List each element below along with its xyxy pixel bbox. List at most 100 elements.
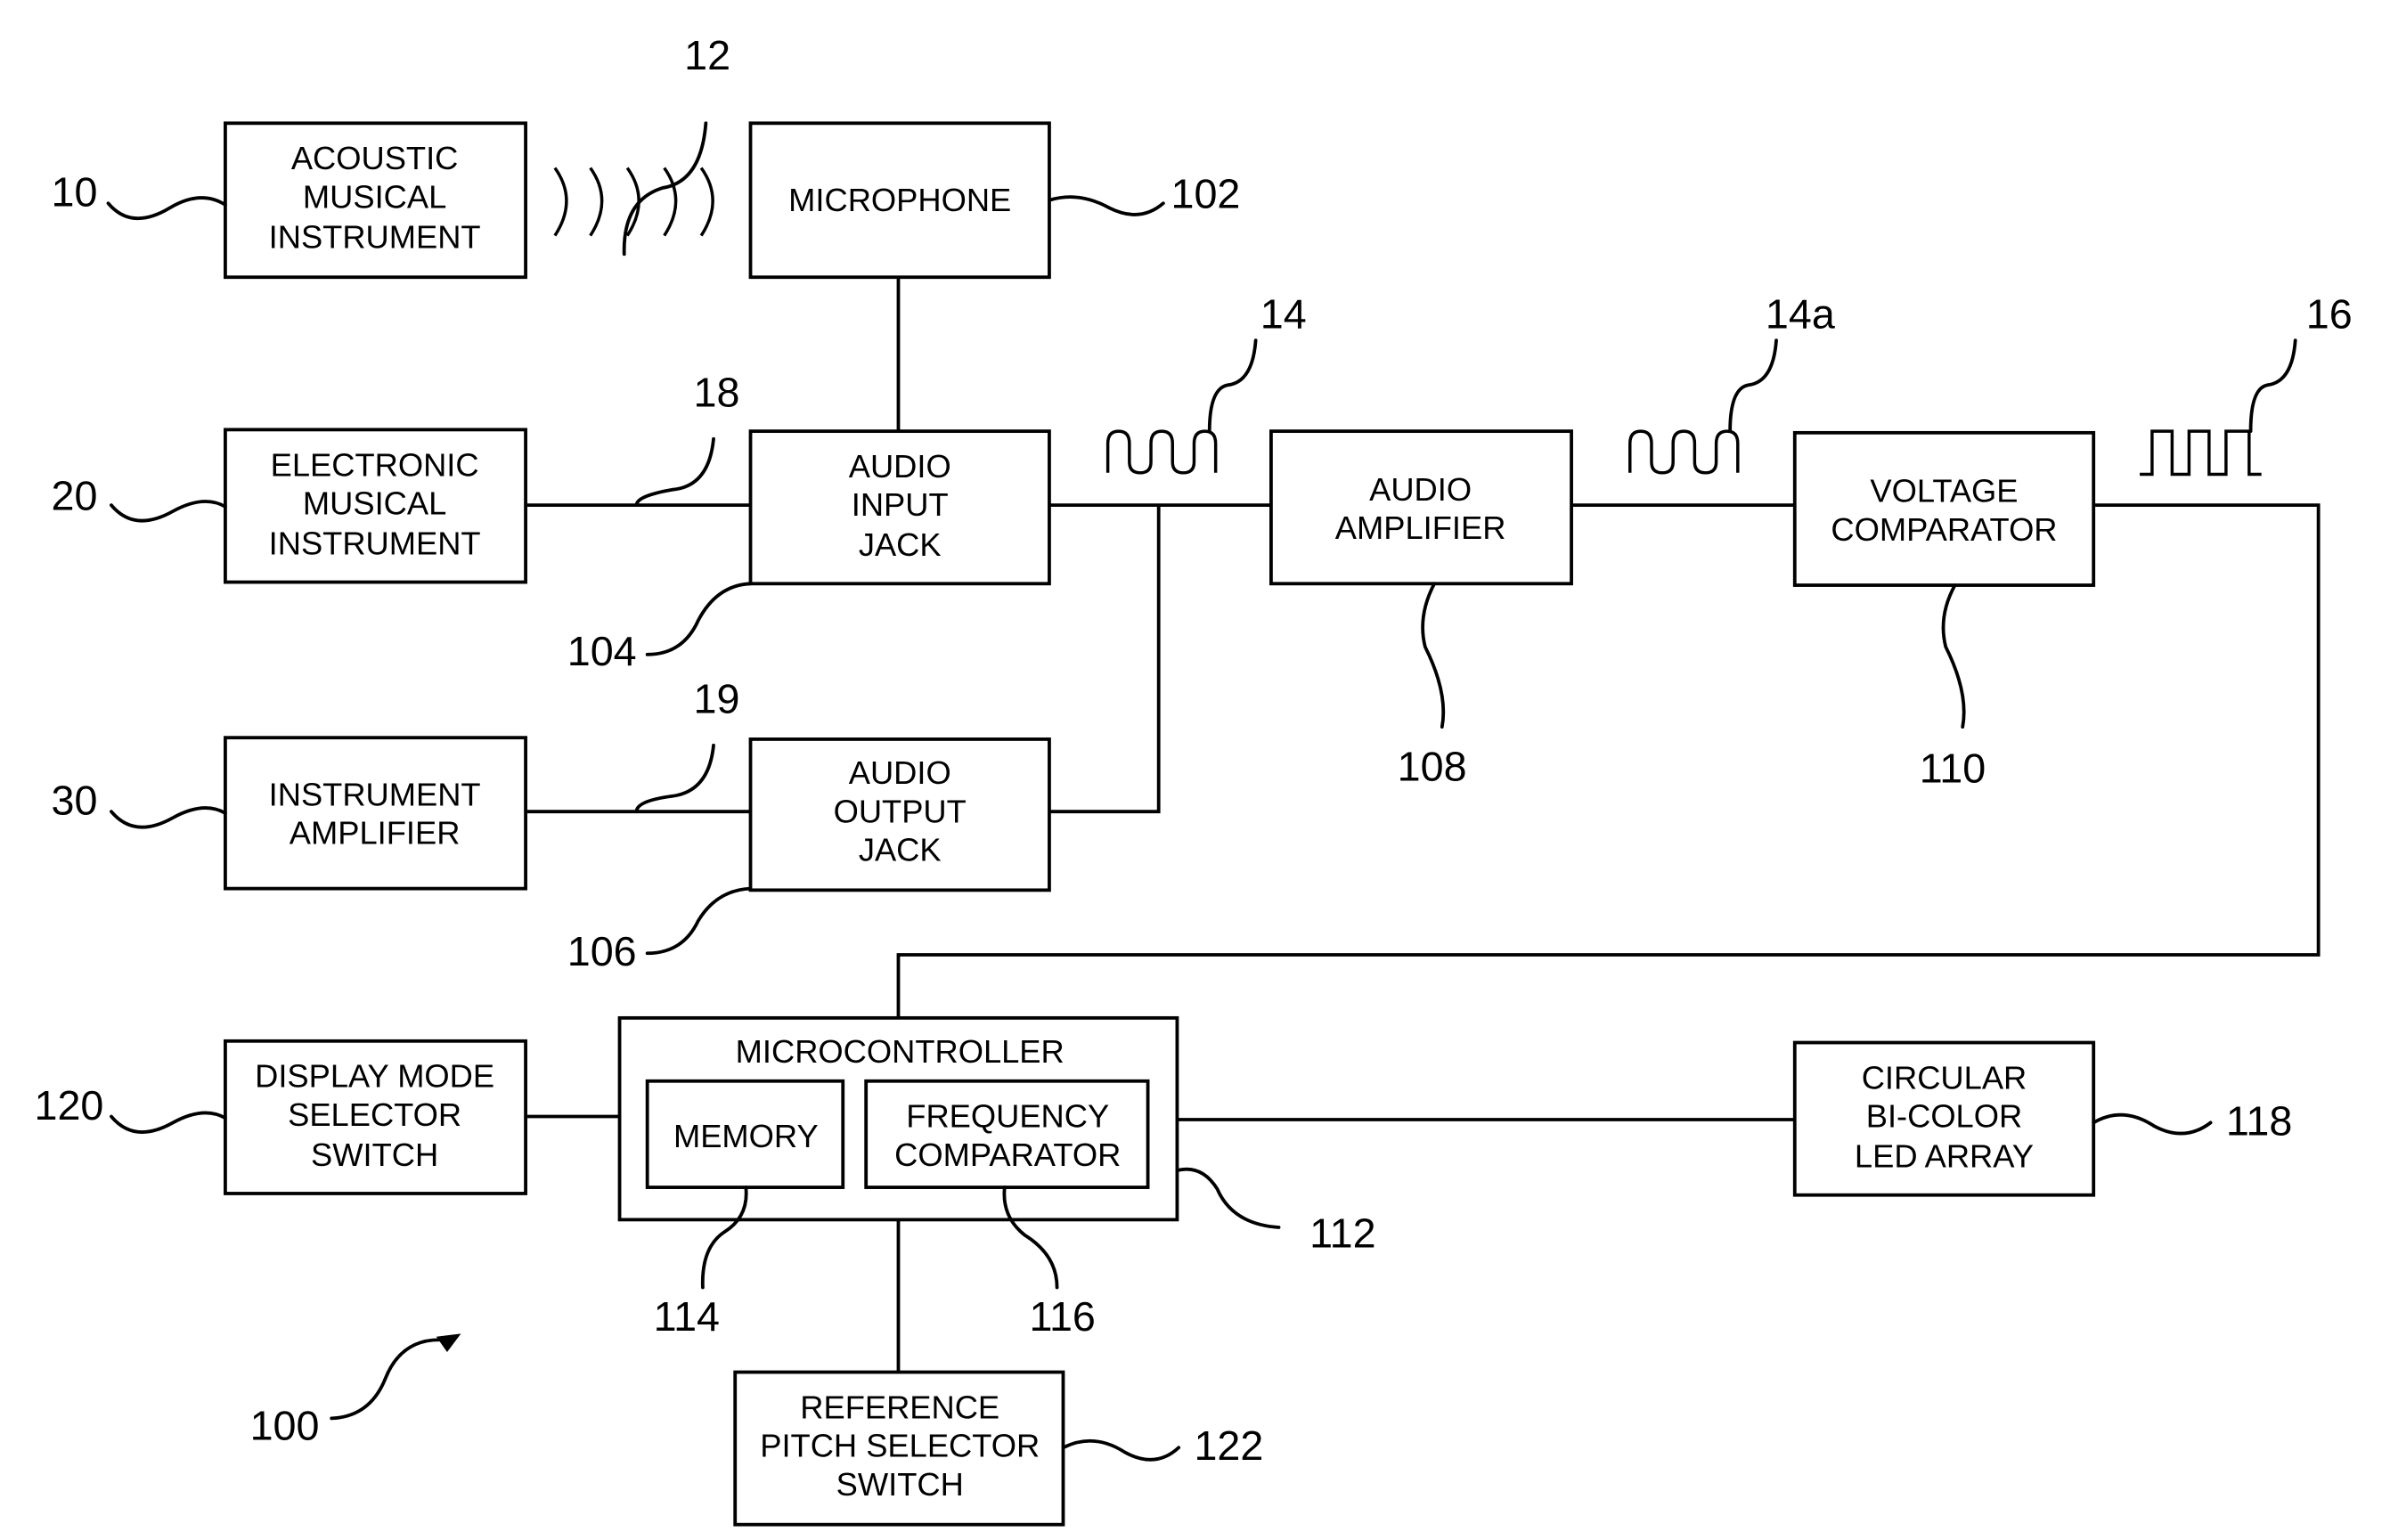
svg-text:AUDIO: AUDIO [849, 754, 951, 791]
block-label: VOLTAGE [1870, 473, 2018, 509]
ref-30: 30 [52, 778, 98, 824]
ref-18: 18 [694, 369, 740, 415]
svg-text:BI-COLOR: BI-COLOR [1866, 1098, 2022, 1135]
block-label: INSTRUMENT [269, 218, 481, 255]
block-label: AUDIO [849, 448, 951, 485]
ref-14a: 14a [1766, 290, 1835, 337]
lead-102 [1048, 195, 1165, 216]
wire-junction-to-output-jack [1048, 505, 1161, 814]
svg-text:VOLTAGE: VOLTAGE [1870, 473, 2018, 509]
block-label: JACK [859, 832, 942, 868]
lead-10 [106, 196, 227, 220]
block-voltage-comparator: VOLTAGE COMPARATOR [1792, 430, 2096, 587]
ref-114: 114 [654, 1293, 720, 1340]
svg-text:INPUT: INPUT [852, 486, 949, 523]
ref-12: 12 [684, 32, 730, 78]
svg-text:JACK: JACK [859, 526, 942, 563]
block-label: LED ARRAY [1855, 1138, 2034, 1175]
block-display-mode-switch: DISPLAY MODE SELECTOR SWITCH [224, 1039, 527, 1195]
lead-16 [2248, 338, 2297, 434]
block-label: FREQUENCY [906, 1098, 1109, 1135]
svg-text:INSTRUMENT: INSTRUMENT [269, 776, 481, 812]
block-label: MEMORY [673, 1118, 819, 1154]
block-label: OUTPUT [834, 793, 967, 829]
block-label: JACK [859, 526, 942, 563]
svg-text:COMPARATOR: COMPARATOR [1831, 511, 2057, 548]
block-label: MICROPHONE [788, 182, 1011, 218]
lead-120 [110, 1111, 227, 1134]
block-label: ACOUSTIC [291, 140, 459, 176]
ref-16: 16 [2306, 290, 2353, 337]
ref-122: 122 [1194, 1422, 1263, 1469]
block-label: MUSICAL [303, 485, 446, 521]
ref-100: 100 [250, 1403, 320, 1449]
lead-110 [1941, 583, 1966, 729]
svg-text:MUSICAL: MUSICAL [303, 178, 446, 215]
svg-text:PITCH SELECTOR: PITCH SELECTOR [760, 1428, 1040, 1464]
ref-19: 19 [694, 676, 740, 722]
svg-text:SELECTOR: SELECTOR [288, 1096, 461, 1133]
lead-100 [330, 1338, 442, 1421]
block-electronic-instrument: ELECTRONIC MUSICAL INSTRUMENT [224, 428, 527, 584]
audio-signal-waveform-icon [1105, 429, 1218, 475]
ref-20: 20 [52, 472, 98, 518]
svg-text:ELECTRONIC: ELECTRONIC [271, 446, 479, 483]
block-audio-input-jack: AUDIO INPUT JACK [748, 429, 1051, 586]
block-label: AUDIO [849, 754, 951, 791]
lead-19 [634, 743, 715, 814]
svg-text:CIRCULAR: CIRCULAR [1862, 1059, 2027, 1096]
svg-text:ACOUSTIC: ACOUSTIC [291, 140, 459, 176]
block-label: PITCH SELECTOR [760, 1428, 1040, 1464]
block-acoustic-instrument: ACOUSTIC MUSICAL INSTRUMENT [224, 121, 527, 280]
block-label: INSTRUMENT [269, 776, 481, 812]
svg-text:INSTRUMENT: INSTRUMENT [269, 525, 481, 561]
block-label: AUDIO [1369, 471, 1472, 508]
block-label: REFERENCE [800, 1389, 999, 1425]
svg-text:MEMORY: MEMORY [673, 1118, 819, 1154]
svg-text:AMPLIFIER: AMPLIFIER [290, 814, 461, 851]
svg-text:FREQUENCY: FREQUENCY [906, 1098, 1109, 1135]
svg-text:OUTPUT: OUTPUT [834, 793, 967, 829]
block-label: MICROCONTROLLER [736, 1033, 1065, 1070]
ref-108: 108 [1398, 744, 1467, 790]
block-diagram: ACOUSTIC MUSICAL INSTRUMENT MICROPHONE E… [35, 32, 2353, 1527]
svg-text:INSTRUMENT: INSTRUMENT [269, 218, 481, 255]
svg-text:COMPARATOR: COMPARATOR [894, 1137, 1121, 1173]
ref-120: 120 [35, 1082, 104, 1129]
block-label: CIRCULAR [1862, 1059, 2027, 1096]
svg-text:DISPLAY MODE: DISPLAY MODE [255, 1058, 494, 1095]
square-wave-icon [2140, 429, 2262, 477]
ref-14: 14 [1260, 290, 1307, 337]
block-label: INPUT [852, 486, 949, 523]
sound-waves-icon [553, 167, 714, 237]
block-memory: MEMORY [645, 1079, 845, 1189]
amplified-signal-waveform-icon [1628, 429, 1740, 475]
svg-text:AUDIO: AUDIO [849, 448, 951, 485]
block-label: ELECTRONIC [271, 446, 479, 483]
ref-118: 118 [2226, 1097, 2292, 1144]
lead-118 [2092, 1112, 2213, 1136]
block-label: AMPLIFIER [290, 814, 461, 851]
lead-14 [1207, 338, 1258, 434]
lead-108 [1421, 582, 1446, 729]
block-label: COMPARATOR [894, 1137, 1121, 1173]
ref-110: 110 [1920, 745, 1986, 791]
block-label: BI-COLOR [1866, 1098, 2022, 1135]
svg-text:AMPLIFIER: AMPLIFIER [1335, 509, 1506, 546]
svg-text:AUDIO: AUDIO [1369, 471, 1472, 508]
svg-text:REFERENCE: REFERENCE [800, 1389, 999, 1425]
lead-20 [110, 500, 227, 523]
block-reference-pitch-switch: REFERENCE PITCH SELECTOR SWITCH [733, 1370, 1065, 1527]
block-label: COMPARATOR [1831, 511, 2057, 548]
svg-text:MUSICAL: MUSICAL [303, 485, 446, 521]
block-label: AMPLIFIER [1335, 509, 1506, 546]
lead-14a [1728, 338, 1778, 434]
arrowhead-icon [436, 1333, 461, 1353]
wire-voltage-comparator-to-microcontroller [896, 503, 2321, 1018]
ref-102: 102 [1171, 170, 1241, 216]
block-label: MUSICAL [303, 178, 446, 215]
block-audio-output-jack: AUDIO OUTPUT JACK [748, 737, 1051, 892]
ref-116: 116 [1029, 1293, 1095, 1340]
svg-text:MICROPHONE: MICROPHONE [788, 182, 1011, 218]
svg-text:SWITCH: SWITCH [311, 1137, 438, 1173]
